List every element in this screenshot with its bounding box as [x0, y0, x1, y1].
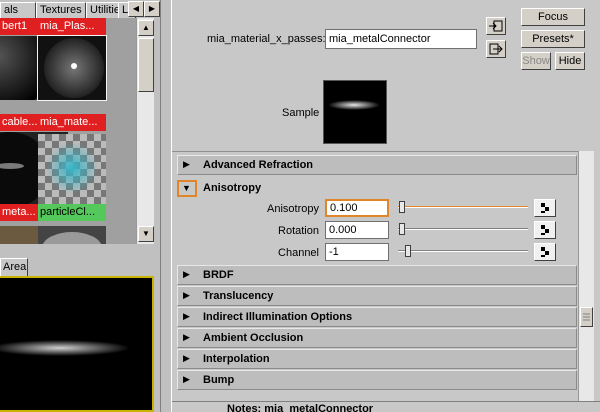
expand-arrow-icon: ▶: [183, 353, 190, 363]
checker-map-icon: [541, 225, 549, 235]
anisotropy-field[interactable]: 0.100: [325, 199, 389, 217]
section-brdf[interactable]: ▶ BRDF: [177, 265, 577, 285]
output-connections-button[interactable]: [486, 40, 506, 58]
attribute-editor: mia_material_x_passes: mia_metalConnecto…: [172, 0, 600, 412]
section-anisotropy[interactable]: ▼ Anisotropy: [177, 178, 577, 198]
notes-bar: Notes: mia_metalConnector: [172, 401, 600, 412]
section-ambient-occlusion[interactable]: ▶ Ambient Occlusion: [177, 328, 577, 348]
section-title: BRDF: [203, 269, 234, 281]
rotation-slider[interactable]: [398, 228, 528, 230]
channel-slider-handle[interactable]: [405, 245, 411, 257]
checker-map-icon: [541, 203, 549, 213]
tab-work-area[interactable]: Area: [0, 258, 28, 276]
section-advanced-refraction[interactable]: ▶ Advanced Refraction: [177, 155, 577, 175]
work-area-preview: [0, 276, 154, 412]
swatch-thumbnail: [38, 134, 106, 204]
expand-arrow-icon: ▶: [183, 374, 190, 384]
anisotropy-map-button[interactable]: [534, 199, 556, 217]
section-title: Anisotropy: [203, 182, 262, 194]
section-title: Interpolation: [203, 353, 270, 365]
anisotropy-slider[interactable]: [398, 206, 528, 208]
expand-arrow-icon: ▶: [183, 311, 190, 321]
attribute-sections: ▶ Advanced Refraction ▼ Anisotropy Aniso…: [172, 151, 578, 401]
sphere-swatch-icon: [42, 232, 102, 244]
channel-label: Channel: [278, 247, 319, 259]
section-title: Advanced Refraction: [203, 159, 314, 171]
hypershade-tabs: als Textures Utilities L ◀ ▶: [0, 0, 160, 18]
swatch-scrollbar[interactable]: ▲ ▼: [136, 18, 154, 244]
tab-materials[interactable]: als: [0, 2, 36, 18]
channel-slider[interactable]: [398, 250, 528, 252]
arrow-up-icon: ▲: [142, 23, 150, 32]
hypershade-panel: als Textures Utilities L ◀ ▶ bert1 cable…: [0, 0, 160, 412]
scroll-down-button[interactable]: ▼: [138, 226, 154, 242]
pane-splitter[interactable]: [160, 0, 172, 412]
material-swatch-grid: bert1 cable... mia_Plas... mia_mate... m…: [0, 18, 136, 244]
arrow-left-icon: ◀: [132, 4, 140, 13]
section-title: Indirect Illumination Options: [203, 311, 353, 323]
section-bump[interactable]: ▶ Bump: [177, 370, 577, 390]
expand-arrow-icon: ▶: [183, 290, 190, 300]
rotation-map-button[interactable]: [534, 221, 556, 239]
sphere-swatch-icon: [44, 38, 104, 98]
attribute-scrollbar[interactable]: [578, 151, 594, 401]
anisotropy-slider-handle[interactable]: [399, 201, 405, 213]
swatch-label: mia_Plas...: [38, 18, 106, 35]
anisotropy-label: Anisotropy: [267, 203, 319, 215]
section-interpolation[interactable]: ▶ Interpolation: [177, 349, 577, 369]
input-connections-icon: [489, 20, 503, 32]
node-name-field[interactable]: mia_metalConnector: [325, 29, 477, 49]
section-indirect-illumination[interactable]: ▶ Indirect Illumination Options: [177, 307, 577, 327]
expand-arrow-icon: ▶: [183, 159, 190, 169]
checker-map-icon: [541, 247, 549, 257]
arrow-right-icon: ▶: [148, 4, 156, 13]
channel-map-button[interactable]: [534, 243, 556, 261]
tab-textures[interactable]: Textures: [36, 2, 86, 18]
material-preview-icon: [0, 340, 130, 356]
scroll-thumb[interactable]: [580, 307, 593, 327]
hide-button[interactable]: Hide: [555, 52, 585, 70]
show-button[interactable]: Show: [521, 52, 551, 70]
input-connections-button[interactable]: [486, 17, 506, 35]
grip-icon: [583, 313, 590, 321]
expand-arrow-icon: ▶: [183, 269, 190, 279]
rotation-field[interactable]: 0.000: [325, 221, 389, 239]
section-title: Translucency: [203, 290, 274, 302]
swatch-label: mia_mate...: [38, 114, 106, 131]
tab-scroll-right-button[interactable]: ▶: [144, 1, 160, 17]
focus-button[interactable]: Focus: [521, 8, 585, 26]
scroll-up-button[interactable]: ▲: [138, 20, 154, 36]
section-title: Bump: [203, 374, 235, 386]
channel-field[interactable]: -1: [325, 243, 389, 261]
scroll-thumb[interactable]: [138, 38, 154, 92]
collapse-arrow-button[interactable]: ▼: [177, 180, 197, 197]
collapse-arrow-icon: ▼: [182, 183, 191, 193]
particle-cloud-swatch-icon: [46, 142, 98, 194]
section-translucency[interactable]: ▶ Translucency: [177, 286, 577, 306]
rotation-label: Rotation: [278, 225, 319, 237]
notes-label: Notes: mia_metalConnector: [227, 403, 374, 412]
swatch-thumbnail: [37, 35, 107, 101]
sample-swatch: [323, 80, 387, 144]
expand-arrow-icon: ▶: [183, 332, 190, 342]
output-connections-icon: [489, 43, 503, 55]
material-sample-icon: [328, 100, 380, 110]
rotation-slider-handle[interactable]: [399, 223, 405, 235]
tab-scroll-left-button[interactable]: ◀: [128, 1, 144, 17]
node-type-label: mia_material_x_passes:: [207, 33, 326, 45]
sample-label: Sample: [282, 107, 320, 119]
arrow-down-icon: ▼: [142, 229, 150, 238]
presets-button[interactable]: Presets*: [521, 30, 585, 48]
swatch-thumbnail: [38, 226, 106, 244]
swatch-label: particleCl...: [38, 204, 106, 221]
section-title: Ambient Occlusion: [203, 332, 304, 344]
